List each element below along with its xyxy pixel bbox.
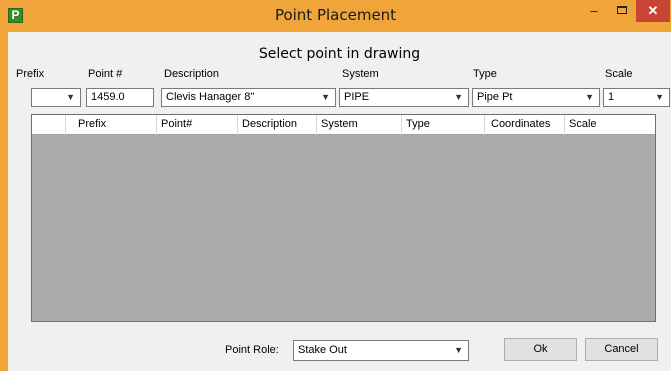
point-number-input[interactable]: 1459.0 [86, 88, 154, 107]
grid-header-description[interactable]: Description [238, 115, 317, 135]
prefix-select[interactable]: ▼ [31, 88, 81, 107]
grid-header-scale[interactable]: Scale [565, 115, 655, 135]
point-placement-window: P Point Placement – ✕ Select point in dr… [0, 0, 671, 371]
grid-header-system[interactable]: System [317, 115, 402, 135]
grid-header: Prefix Point# Description System Type Co… [32, 115, 655, 135]
close-icon: ✕ [647, 3, 659, 18]
maximize-button[interactable] [608, 0, 636, 22]
points-grid[interactable]: Prefix Point# Description System Type Co… [31, 114, 656, 322]
description-label: Description [164, 68, 220, 80]
grid-header-point-number[interactable]: Point# [157, 115, 238, 135]
point-role-select[interactable]: Stake Out ▼ [293, 340, 469, 361]
system-select[interactable]: PIPE ▼ [339, 88, 469, 107]
close-button[interactable]: ✕ [636, 0, 670, 22]
scale-value: 1 [608, 91, 615, 103]
chevron-down-icon: ▼ [66, 92, 75, 102]
minimize-icon: – [590, 3, 598, 18]
description-value: Clevis Hanager 8" [166, 91, 255, 103]
grid-header-selector[interactable] [32, 115, 66, 135]
chevron-down-icon: ▼ [655, 92, 664, 102]
cancel-button[interactable]: Cancel [585, 338, 658, 361]
scale-select[interactable]: 1 ▼ [603, 88, 670, 107]
type-value: Pipe Pt [477, 91, 513, 103]
title-bar[interactable]: P Point Placement – ✕ [0, 0, 671, 32]
minimize-button[interactable]: – [580, 0, 608, 22]
chevron-down-icon: ▼ [585, 92, 594, 102]
type-select[interactable]: Pipe Pt ▼ [472, 88, 600, 107]
prefix-label: Prefix [16, 68, 45, 80]
type-label: Type [473, 68, 497, 80]
system-value: PIPE [344, 91, 370, 103]
point-number-label: Point # [88, 68, 123, 80]
window-title: Point Placement [274, 6, 397, 24]
maximize-icon [617, 5, 627, 14]
chevron-down-icon: ▼ [321, 92, 330, 102]
grid-header-type[interactable]: Type [402, 115, 485, 135]
instruction-text: Select point in drawing [258, 46, 421, 62]
dialog-body: Select point in drawing Prefix Point # D… [8, 32, 671, 371]
grid-header-coordinates[interactable]: Coordinates [485, 115, 565, 135]
system-label: System [342, 68, 379, 80]
chevron-down-icon: ▼ [454, 92, 463, 102]
description-select[interactable]: Clevis Hanager 8" ▼ [161, 88, 336, 107]
point-role-value: Stake Out [298, 344, 347, 356]
grid-header-prefix[interactable]: Prefix [66, 115, 157, 135]
scale-label: Scale [605, 68, 633, 80]
point-role-label: Point Role: [225, 344, 279, 356]
point-number-value: 1459.0 [91, 91, 125, 103]
ok-button[interactable]: Ok [504, 338, 577, 361]
chevron-down-icon: ▼ [454, 345, 463, 355]
